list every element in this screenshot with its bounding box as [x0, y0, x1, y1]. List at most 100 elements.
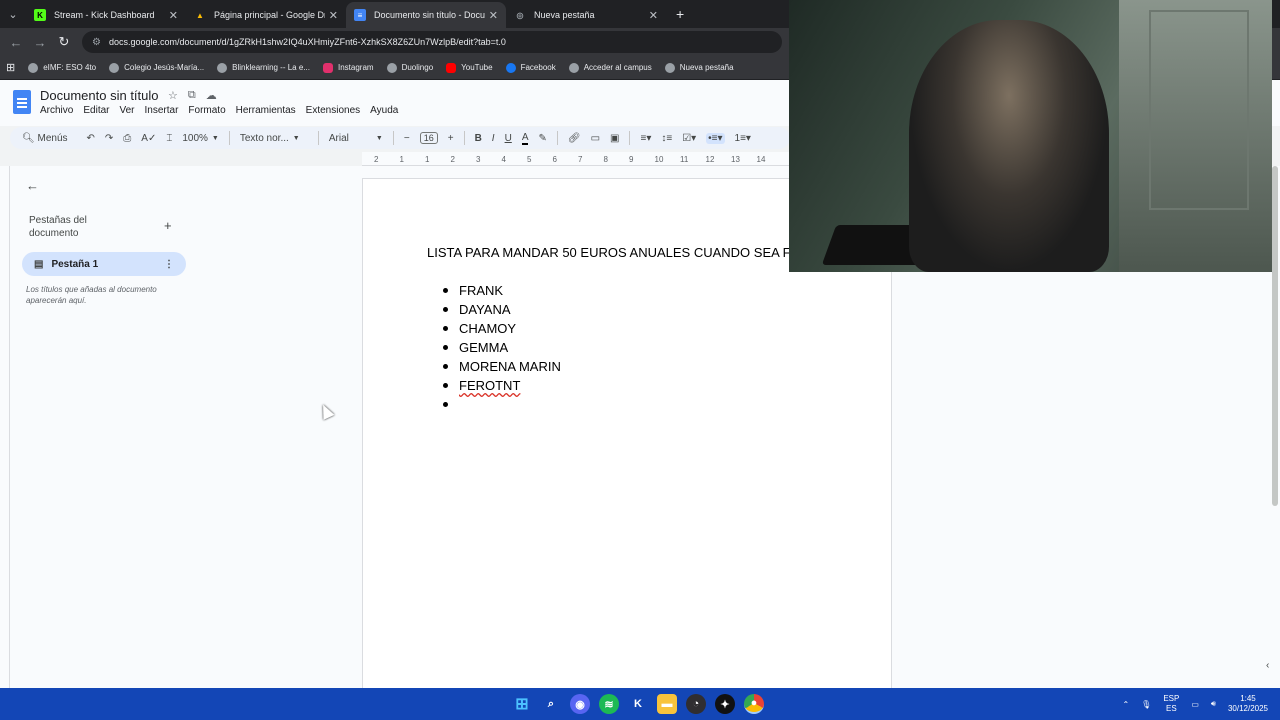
font-size-input[interactable]: 16 — [419, 132, 438, 144]
reload-icon[interactable]: ↻ — [52, 34, 76, 50]
bookmark[interactable]: Nueva pestaña — [664, 62, 734, 73]
checklist-icon[interactable]: ☑▾ — [682, 133, 696, 144]
chevron-up-icon[interactable]: ⌃ — [1122, 700, 1129, 709]
link-icon[interactable]: 🔗︎ — [568, 133, 581, 144]
bookmark[interactable]: Instagram — [322, 62, 374, 73]
browser-tab[interactable]: K Stream - Kick Dashboard ✕ — [26, 2, 186, 28]
new-tab-icon[interactable]: + — [666, 0, 694, 28]
bookmark[interactable]: eIMF: ESO 4to — [28, 62, 96, 73]
clock[interactable]: 1:45 30/12/2025 — [1228, 694, 1268, 714]
network-icon[interactable]: ▭ — [1191, 700, 1199, 709]
apps-icon[interactable]: ⊞ — [6, 61, 15, 74]
highlight-icon[interactable]: ✎ — [538, 133, 546, 144]
arrow-left-icon[interactable]: ← — [26, 178, 39, 193]
add-tab-icon[interactable]: + — [164, 218, 172, 233]
comment-icon[interactable]: ▭ — [591, 133, 600, 144]
menu-formato[interactable]: Formato — [188, 105, 225, 116]
document-title[interactable]: Documento sin título — [40, 88, 159, 103]
redo-icon[interactable]: ↷ — [105, 133, 113, 144]
obs-icon[interactable]: ◔ — [686, 694, 706, 714]
menu-herramientas[interactable]: Herramientas — [236, 105, 296, 116]
search-icon[interactable]: ⌕ — [541, 694, 561, 714]
volume-icon[interactable]: 🔊︎ — [1211, 699, 1216, 709]
url-field[interactable]: ⚙ docs.google.com/document/d/1gZRkH1shw2… — [82, 31, 782, 53]
microphone-icon[interactable]: 🎙︎ — [1141, 700, 1151, 709]
text-color-icon[interactable]: A — [521, 132, 529, 145]
bookmark[interactable]: Facebook — [505, 62, 556, 73]
numbered-list-icon[interactable]: 1≡▾ — [735, 133, 751, 144]
bookmark[interactable]: YouTube — [446, 62, 493, 73]
menu-ver[interactable]: Ver — [119, 105, 134, 116]
italic-icon[interactable]: I — [492, 133, 495, 144]
toolbar-divider — [629, 131, 631, 145]
tab-search-icon[interactable]: ⌄ — [0, 0, 26, 28]
list-item[interactable]: FEROTNT — [443, 376, 561, 395]
star-icon[interactable]: ☆ — [168, 89, 178, 102]
search-menus[interactable]: 🔍︎ Menús — [22, 133, 68, 144]
browser-tab[interactable]: ▲ Página principal - Google Drive ✕ — [186, 2, 346, 28]
kick-app-icon[interactable]: K — [628, 694, 648, 714]
chevron-left-icon[interactable]: ‹ — [1266, 660, 1269, 671]
docs-logo-icon[interactable] — [13, 90, 31, 114]
windows-start-icon[interactable]: ⊞ — [512, 694, 532, 714]
list-item[interactable]: GEMMA — [443, 338, 561, 357]
spellcheck-icon[interactable]: A✓ — [141, 133, 156, 144]
cloud-status-icon[interactable]: ☁ — [206, 89, 217, 102]
tab-title: Nueva pestaña — [534, 10, 595, 20]
bulleted-list[interactable]: FRANK DAYANA CHAMOY GEMMA MORENA MARIN F… — [443, 281, 561, 414]
misspelled-word[interactable]: FEROTNT — [459, 378, 520, 393]
decrease-font-icon[interactable]: − — [404, 133, 410, 144]
menu-extensiones[interactable]: Extensiones — [306, 105, 360, 116]
move-folder-icon[interactable]: ⧉ — [188, 89, 196, 102]
app-icon[interactable]: ✦ — [715, 694, 735, 714]
discord-icon[interactable]: ◉ — [570, 694, 590, 714]
print-icon[interactable]: ⎙ — [123, 133, 131, 144]
vertical-ruler[interactable] — [0, 166, 10, 688]
browser-tab[interactable]: ◎ Nueva pestaña ✕ — [506, 2, 666, 28]
paint-format-icon[interactable]: ⌶ — [166, 133, 172, 144]
list-item-empty[interactable] — [443, 395, 561, 414]
toolbar-divider — [228, 131, 230, 145]
file-explorer-icon[interactable]: ▬ — [657, 694, 677, 714]
list-item[interactable]: MORENA MARIN — [443, 357, 561, 376]
menu-editar[interactable]: Editar — [83, 105, 109, 116]
list-item[interactable]: CHAMOY — [443, 319, 561, 338]
close-tab-icon[interactable]: ✕ — [169, 9, 178, 22]
close-tab-icon[interactable]: ✕ — [329, 9, 338, 22]
bookmark[interactable]: Colegio Jesús-María... — [109, 62, 204, 73]
close-tab-icon[interactable]: ✕ — [489, 9, 498, 22]
more-options-icon[interactable]: ⋮ — [164, 259, 174, 270]
chrome-icon[interactable]: ● — [744, 694, 764, 714]
bulleted-list-icon[interactable]: •≡▾ — [706, 132, 725, 144]
bookmark[interactable]: Duolingo — [386, 62, 433, 73]
menu-archivo[interactable]: Archivo — [40, 105, 73, 116]
site-info-icon[interactable]: ⚙ — [92, 37, 101, 48]
line-spacing-icon[interactable]: ↕≡ — [661, 133, 672, 144]
zoom-select[interactable]: 100% ▼ — [182, 133, 219, 144]
language-indicator[interactable]: ESP ES — [1163, 694, 1179, 714]
close-tab-icon[interactable]: ✕ — [649, 9, 658, 22]
menu-insertar[interactable]: Insertar — [145, 105, 179, 116]
forward-icon[interactable]: → — [28, 35, 52, 50]
list-item[interactable]: FRANK — [443, 281, 561, 300]
style-select[interactable]: Texto nor... ▼ — [240, 133, 308, 144]
spotify-icon[interactable]: ≋ — [599, 694, 619, 714]
list-item[interactable]: DAYANA — [443, 300, 561, 319]
menu-ayuda[interactable]: Ayuda — [370, 105, 398, 116]
undo-icon[interactable]: ↶ — [87, 133, 95, 144]
vertical-scrollbar[interactable] — [1272, 166, 1278, 506]
bookmark[interactable]: Acceder al campus — [568, 62, 652, 73]
horizontal-ruler[interactable]: 2 1 1 2 3 4 5 6 7 8 9 10 11 12 13 14 — [362, 152, 792, 166]
underline-icon[interactable]: U — [505, 133, 512, 144]
sidebar-item-tab-1[interactable]: ▤ Pestaña 1 ⋮ — [22, 252, 186, 276]
font-select[interactable]: Arial ▼ — [329, 133, 383, 144]
browser-tab-active[interactable]: ≡ Documento sin título - Docum ✕ — [346, 2, 506, 28]
back-icon[interactable]: ← — [4, 35, 28, 50]
bold-icon[interactable]: B — [475, 133, 482, 144]
increase-font-icon[interactable]: + — [448, 133, 454, 144]
align-icon[interactable]: ≡▾ — [640, 133, 651, 144]
bookmark[interactable]: Blinklearning -- La e... — [217, 62, 310, 73]
document-heading[interactable]: LISTA PARA MANDAR 50 EUROS ANUALES CUAND… — [427, 243, 847, 262]
webcam-person — [909, 20, 1109, 272]
image-icon[interactable]: ▣ — [610, 133, 619, 144]
